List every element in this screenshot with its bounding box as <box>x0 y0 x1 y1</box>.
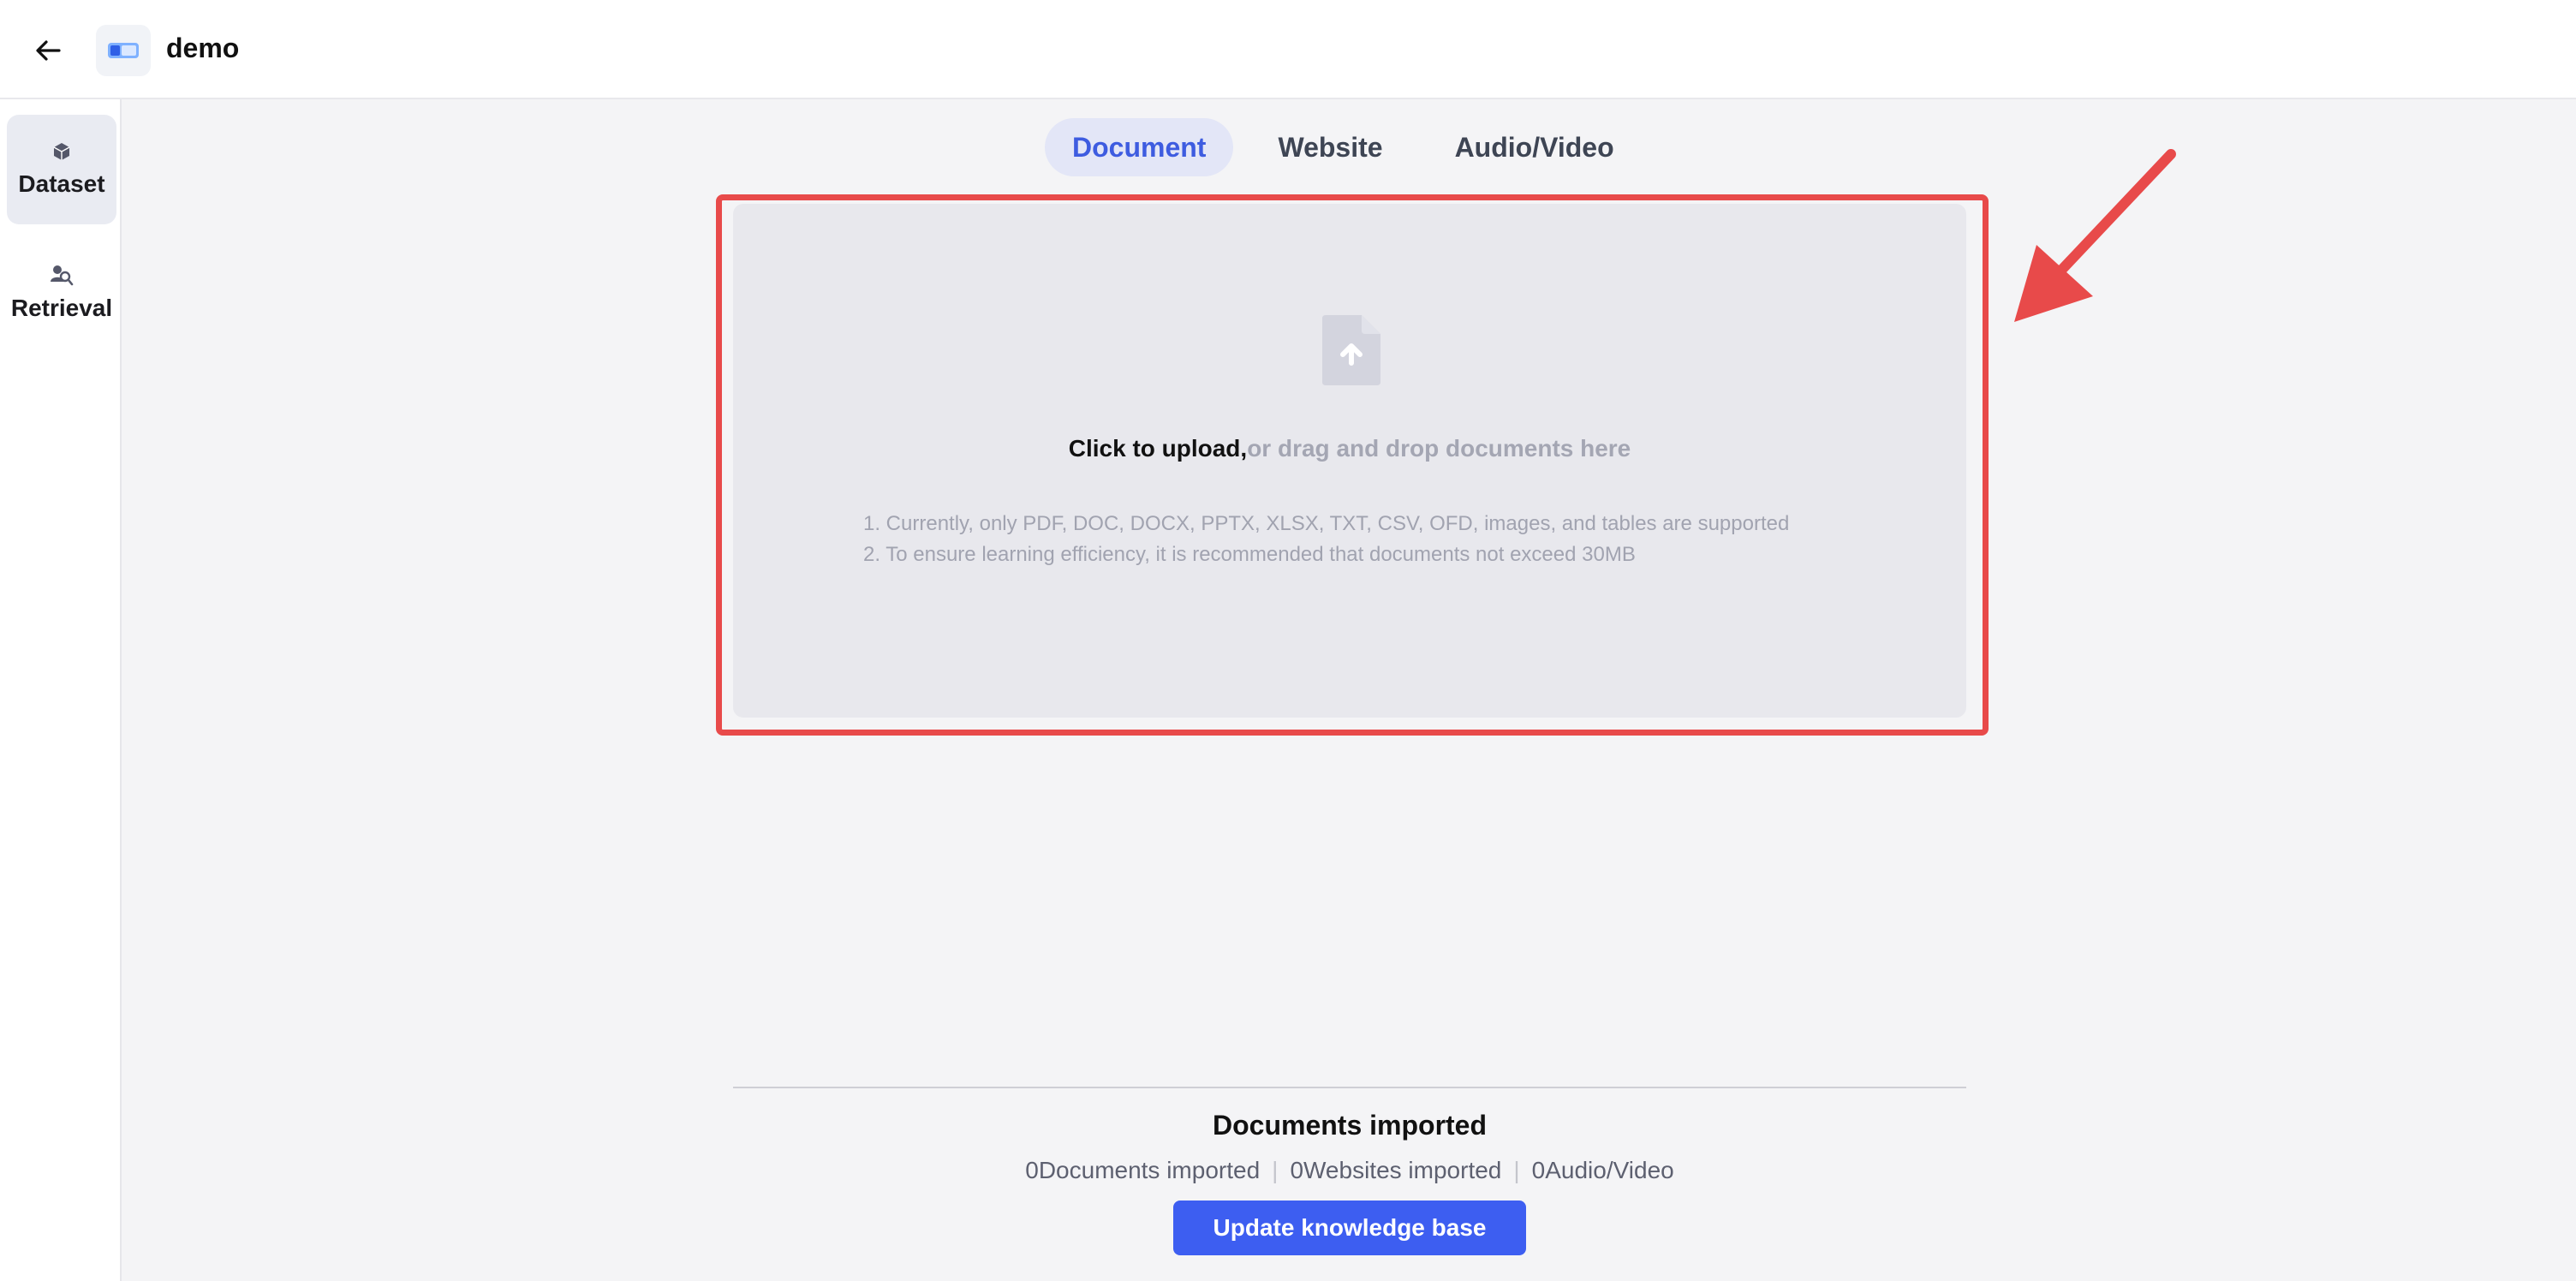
file-upload-icon <box>1322 315 1380 385</box>
upload-hint-formats: 1. Currently, only PDF, DOC, DOCX, PPTX,… <box>863 512 1790 535</box>
dataset-logo <box>96 25 151 76</box>
source-tabs: Document Website Audio/Video <box>1045 118 1642 176</box>
sidebar-item-label: Retrieval <box>10 295 113 321</box>
upload-hint-size: 2. To ensure learning efficiency, it is … <box>863 543 1636 566</box>
audio-video-count: 0Audio/Video <box>1531 1157 1674 1183</box>
top-bar: demo <box>0 0 2576 99</box>
summary-divider <box>733 1087 1966 1088</box>
websites-count: 0Websites imported <box>1290 1157 1502 1183</box>
upload-prompt: Click to upload,or drag and drop documen… <box>733 435 1966 462</box>
tab-audio-video[interactable]: Audio/Video <box>1428 118 1642 176</box>
documents-count: 0Documents imported <box>1025 1157 1261 1183</box>
sidebar-item-dataset[interactable]: Dataset <box>7 115 116 224</box>
arrow-left-icon <box>36 40 61 61</box>
tab-document[interactable]: Document <box>1045 118 1234 176</box>
stat-separator: | <box>1272 1157 1279 1183</box>
back-button[interactable] <box>33 36 63 65</box>
stat-separator: | <box>1513 1157 1520 1183</box>
search-people-icon <box>51 265 74 286</box>
page-title: demo <box>166 33 240 63</box>
click-to-upload-link[interactable]: Click to upload, <box>1069 435 1247 462</box>
update-knowledge-base-button[interactable]: Update knowledge base <box>1173 1201 1526 1255</box>
drag-drop-text: or drag and drop documents here <box>1247 435 1631 462</box>
cube-icon <box>53 143 70 160</box>
sidebar-item-retrieval[interactable]: Retrieval <box>7 238 116 348</box>
summary-stats: 0Documents imported | 0Websites imported | 0… <box>733 1157 1966 1184</box>
annotation-arrow-icon <box>2014 149 2176 322</box>
summary-title: Documents imported <box>1212 1110 1488 1141</box>
sidebar-item-label: Dataset <box>18 170 105 197</box>
dataset-logo-icon <box>108 43 139 58</box>
upload-dropzone[interactable]: Click to upload,or drag and drop documen… <box>733 204 1966 718</box>
sidebar: Dataset Retrieval <box>0 99 122 1281</box>
tab-website[interactable]: Website <box>1250 118 1410 176</box>
